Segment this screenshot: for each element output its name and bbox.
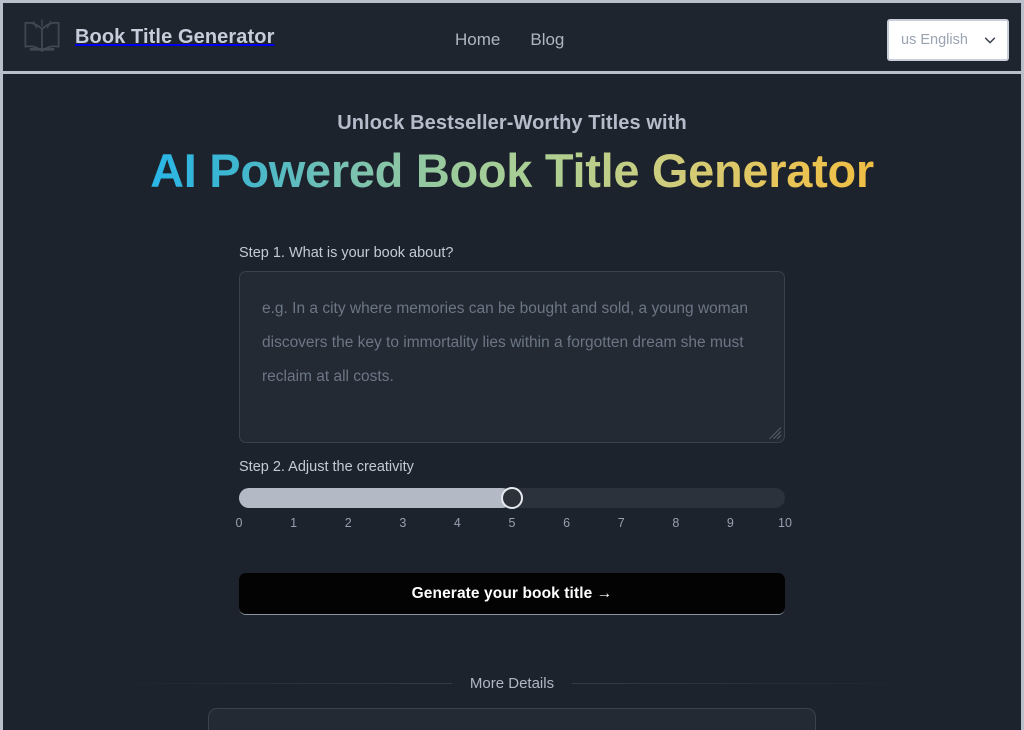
slider-tick: 6 [563, 516, 571, 531]
language-selector-value: us English [901, 32, 968, 48]
more-details-panel[interactable] [208, 708, 816, 730]
slider-tick: 8 [672, 516, 680, 531]
slider-tick: 5 [508, 516, 516, 531]
divider-rule-left [100, 683, 452, 685]
brand-name: Book Title Generator [75, 25, 275, 48]
creativity-slider-ticks: 0 1 2 3 4 5 6 7 8 9 10 [235, 516, 792, 536]
hero-eyebrow: Unlock Bestseller-Worthy Titles with [337, 112, 687, 134]
more-details-divider: More Details [100, 675, 925, 693]
nav-link-blog[interactable]: Blog [530, 30, 564, 50]
creativity-slider-thumb[interactable] [501, 487, 523, 510]
slider-tick: 3 [399, 516, 407, 531]
slider-tick: 7 [617, 516, 625, 531]
book-description-placeholder: e.g. In a city where memories can be bou… [262, 300, 748, 386]
slider-tick: 9 [726, 516, 734, 531]
app-root: Book Title Generator Home Blog us Englis… [0, 0, 1024, 730]
nav-link-home[interactable]: Home [455, 30, 500, 50]
more-details-label: More Details [469, 675, 555, 693]
step2-label: Step 2. Adjust the creativity [239, 459, 414, 476]
chevron-down-icon [983, 33, 997, 47]
main-nav: Home Blog [455, 3, 564, 77]
slider-tick: 4 [453, 516, 461, 531]
slider-tick: 10 [778, 516, 792, 531]
creativity-slider-fill [239, 488, 512, 509]
slider-tick: 1 [290, 516, 298, 531]
generate-title-button[interactable]: Generate your book title → [239, 573, 785, 616]
divider-rule-right [572, 683, 925, 685]
slider-tick: 0 [235, 516, 243, 531]
more-details-section: More Details [3, 675, 1021, 730]
step1-label: Step 1. What is your book about? [239, 245, 454, 262]
book-description-input[interactable]: e.g. In a city where memories can be bou… [239, 271, 785, 444]
creativity-slider-track[interactable] [239, 487, 785, 510]
creativity-slider[interactable]: 0 1 2 3 4 5 6 7 8 9 10 [235, 487, 792, 536]
site-header: Book Title Generator Home Blog us Englis… [3, 0, 1021, 74]
open-book-icon [21, 17, 63, 57]
page-title: AI Powered Book Title Generator [150, 144, 874, 197]
brand-home-link[interactable]: Book Title Generator [21, 17, 274, 57]
slider-tick: 2 [344, 516, 352, 531]
language-selector[interactable]: us English [887, 19, 1009, 61]
hero-section: Unlock Bestseller-Worthy Titles with AI … [3, 74, 1021, 198]
generator-form: Step 1. What is your book about? e.g. In… [235, 245, 792, 616]
